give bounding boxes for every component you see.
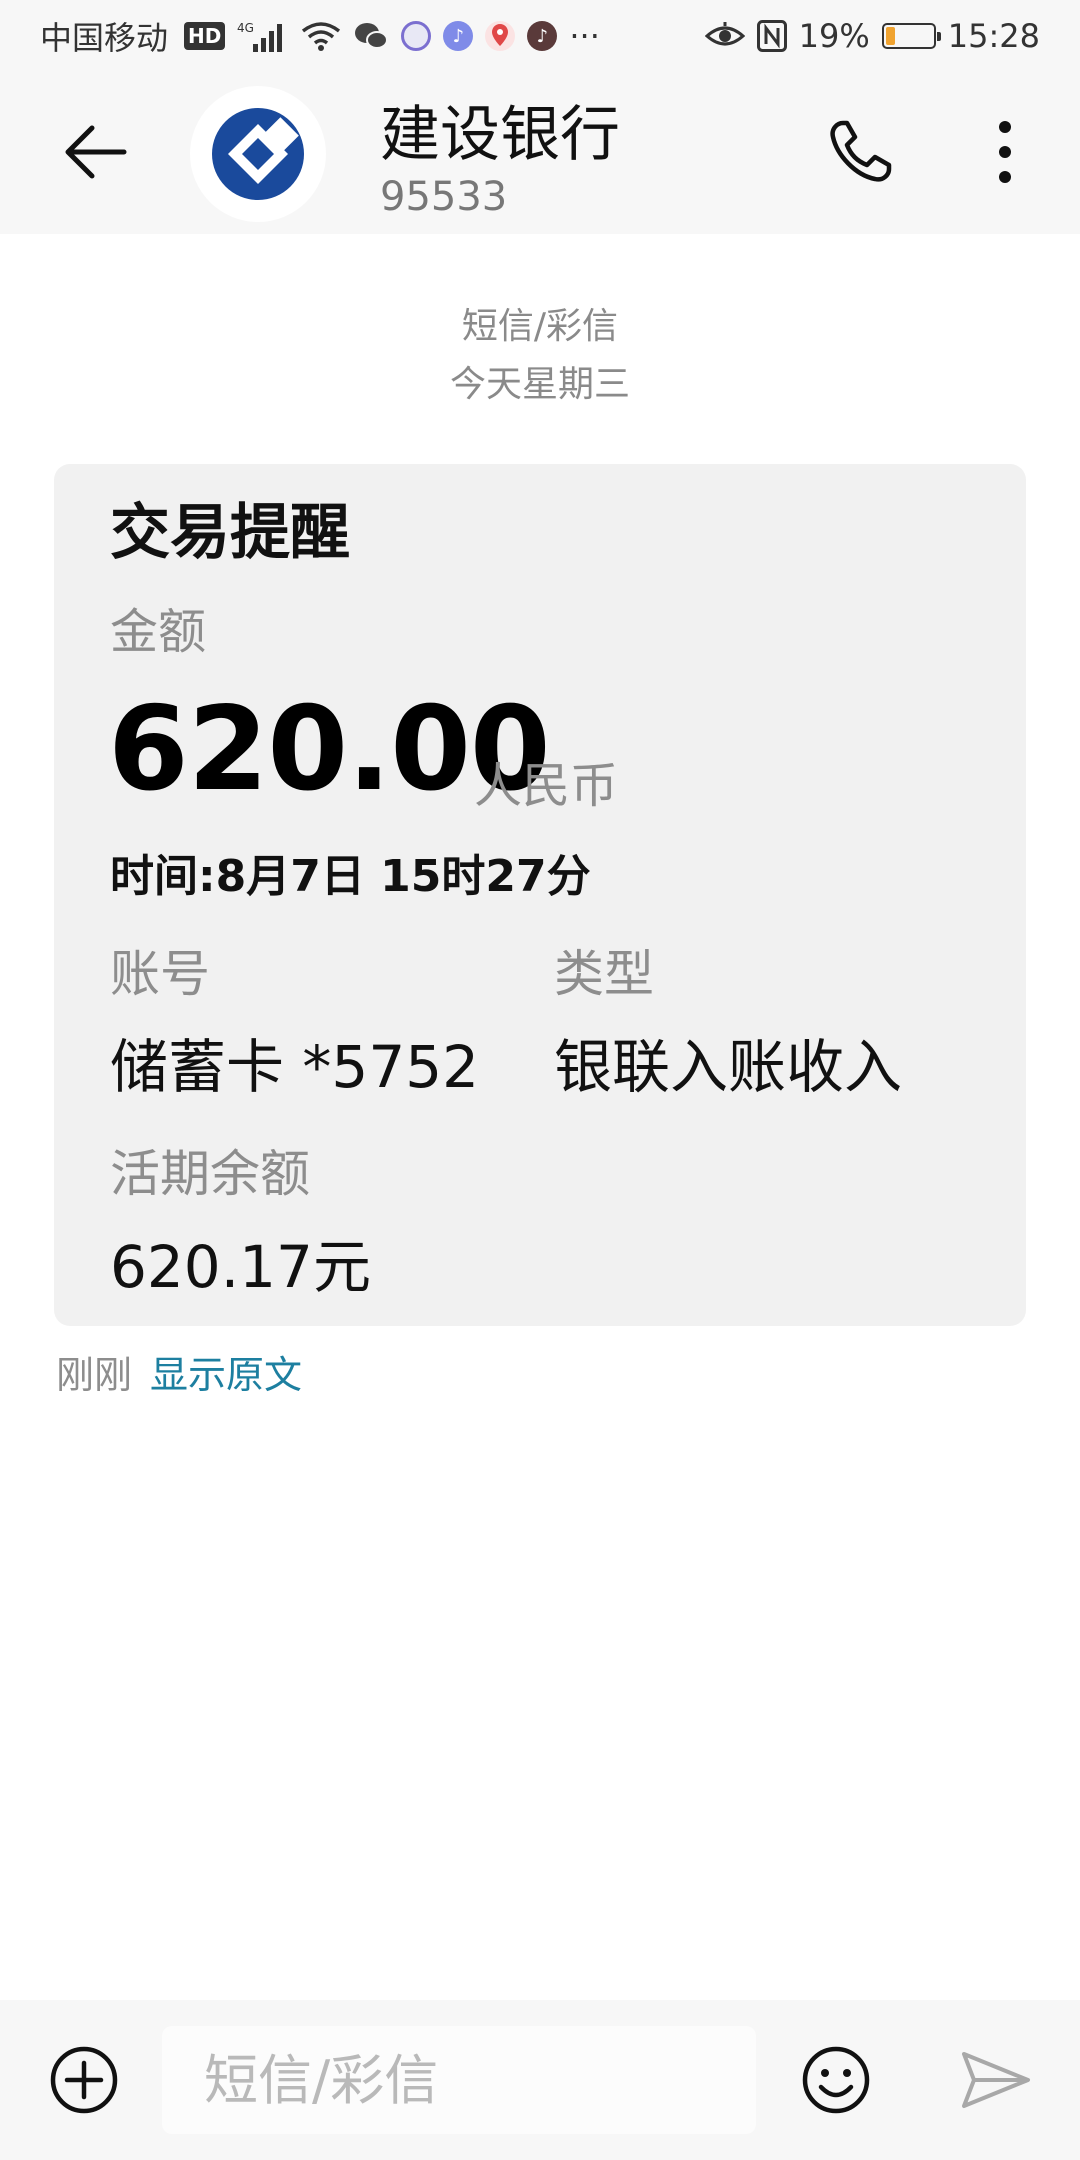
- map-pin-icon: [485, 21, 516, 51]
- account-label: 账号: [110, 945, 210, 1003]
- battery-percent: 19%: [798, 17, 870, 55]
- card-title: 交易提醒: [110, 498, 350, 568]
- battery-fill: [885, 27, 895, 45]
- call-button[interactable]: [820, 112, 900, 192]
- transaction-message-card[interactable]: 交易提醒 金额 620.00 人民币 时间:8月7日 15时27分 账号 储蓄卡…: [54, 464, 1026, 1326]
- amount-label: 金额: [110, 604, 207, 660]
- balance-label: 活期余额: [110, 1145, 310, 1203]
- clock: 15:28: [947, 17, 1040, 55]
- plus-circle-icon: [50, 2046, 118, 2114]
- type-label: 类型: [554, 945, 654, 1003]
- status-right: 19% 15:28: [704, 17, 1040, 55]
- more-vertical-icon: [999, 121, 1011, 183]
- eye-comfort-icon: [704, 22, 745, 50]
- currency-label: 人民币: [474, 758, 619, 814]
- contact-avatar[interactable]: [190, 86, 326, 222]
- status-bar: 中国移动 HD 4G ♪ ♪ ··· 19% 15:28: [0, 0, 1080, 72]
- send-button[interactable]: [956, 2040, 1036, 2120]
- back-arrow-icon: [65, 125, 127, 179]
- compose-bar: [0, 2000, 1080, 2160]
- music-app-icon: ♪: [443, 21, 474, 51]
- account-value: 储蓄卡 *5752: [110, 1033, 480, 1101]
- status-left: 中国移动 HD 4G ♪ ♪ ···: [40, 13, 600, 59]
- battery-icon: [881, 23, 941, 49]
- ccb-logo-icon: [212, 108, 304, 200]
- signal-icon: 4G: [237, 20, 289, 52]
- carrier-name: 中国移动: [40, 19, 169, 57]
- back-button[interactable]: [50, 112, 140, 192]
- wifi-icon: [301, 21, 341, 51]
- contact-name: 建设银行: [380, 100, 620, 170]
- send-icon: [962, 2052, 1030, 2108]
- wechat-icon: [353, 21, 389, 51]
- emoji-button[interactable]: [796, 2040, 876, 2120]
- conversation-date-header: 短信/彩信 今天星期三: [0, 298, 1080, 414]
- tiktok-icon: ♪: [527, 21, 558, 51]
- message-meta: 刚刚 显示原文: [56, 1344, 302, 1399]
- message-input[interactable]: [162, 2026, 756, 2134]
- contact-number: 95533: [380, 174, 508, 220]
- show-original-link[interactable]: 显示原文: [150, 1344, 302, 1399]
- more-options-button[interactable]: [970, 112, 1040, 192]
- hd-badge: HD: [184, 22, 226, 50]
- message-type-label: 短信/彩信: [461, 306, 619, 347]
- network-type: 4G: [237, 21, 254, 35]
- message-sent-time: 刚刚: [56, 1353, 133, 1397]
- add-attachment-button[interactable]: [44, 2040, 124, 2120]
- transaction-time: 时间:8月7日 15时27分: [110, 851, 591, 902]
- type-value: 银联入账收入: [554, 1033, 903, 1101]
- phone-icon: [830, 120, 892, 182]
- balance-value: 620.17元: [110, 1233, 371, 1301]
- more-notifications-icon: ···: [569, 17, 600, 55]
- app-notification-icon: [401, 21, 432, 51]
- conversation-header: 建设银行 95533: [0, 72, 1080, 234]
- nfc-icon: [756, 20, 787, 52]
- date-label: 今天星期三: [449, 364, 630, 405]
- emoji-icon: [802, 2046, 870, 2114]
